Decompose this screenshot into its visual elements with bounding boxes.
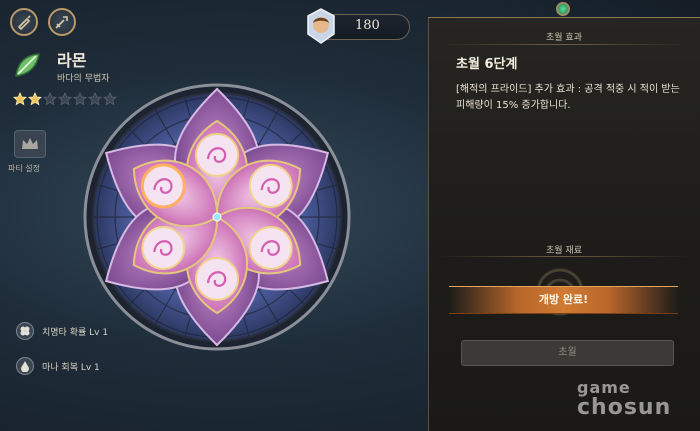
star-filled-icon	[28, 92, 42, 106]
sword-tool-button[interactable]	[48, 8, 76, 36]
rune-medallion[interactable]	[248, 226, 293, 270]
character-portrait-token	[307, 8, 335, 44]
skill-row-mana[interactable]: 마나 회복 Lv 1	[16, 357, 100, 375]
party-settings-button[interactable]	[14, 130, 46, 158]
party-settings-label: 파티 설정	[8, 164, 40, 173]
star-empty-icon	[58, 92, 72, 106]
clover-icon	[16, 322, 34, 340]
droplet-icon	[16, 357, 34, 375]
star-empty-icon	[43, 92, 57, 106]
effect-description: [해적의 프라이드] 추가 효과 : 공격 적중 시 적이 받는 피해량이 15…	[456, 84, 680, 111]
transcendence-rose-window[interactable]	[83, 83, 351, 351]
currency-value: 180	[355, 18, 380, 33]
sword-icon	[55, 16, 68, 29]
hero-name: 라몬	[57, 51, 87, 70]
crown-icon	[22, 138, 38, 149]
effect-title: 초월 6단계	[456, 57, 518, 72]
pen-tool-button[interactable]	[10, 8, 38, 36]
rune-medallion[interactable]	[195, 257, 239, 301]
watermark: game chosun	[577, 378, 671, 419]
star-filled-icon	[13, 92, 27, 106]
divider	[440, 256, 688, 257]
transcendence-panel	[428, 18, 700, 431]
rune-medallion[interactable]	[248, 164, 293, 208]
material-section-header: 초월 재료	[546, 246, 582, 256]
skill-label: 마나 회복 Lv 1	[42, 362, 100, 373]
divider	[440, 44, 688, 45]
panel-top-border	[428, 17, 700, 18]
rune-medallion[interactable]	[195, 133, 239, 177]
effect-section-header: 초월 효과	[546, 33, 582, 43]
rune-medallion[interactable]	[141, 226, 186, 270]
leaf-bow-icon	[15, 53, 40, 77]
transcend-button[interactable]: 초월	[461, 340, 674, 366]
gem-ornament-icon	[556, 2, 570, 16]
rune-medallion[interactable]	[140, 163, 186, 209]
watermark-line2: chosun	[577, 395, 672, 420]
pen-icon	[17, 15, 31, 30]
open-complete-button[interactable]: 개방 완료!	[449, 286, 678, 314]
